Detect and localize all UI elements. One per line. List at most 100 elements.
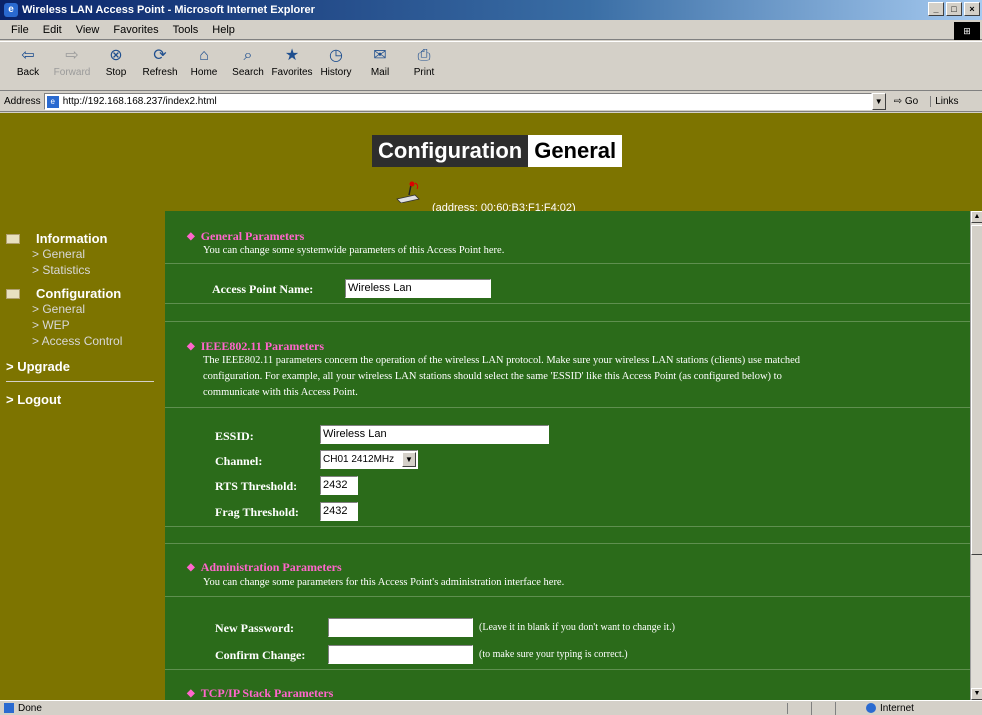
close-button[interactable]: × [964,2,980,16]
ieee-title-text: IEEE802.11 Parameters [200,339,325,353]
page-title-part2: General [528,135,623,167]
channel-label: Channel: [215,454,263,468]
menu-file[interactable]: File [4,24,36,36]
ap-name-label: Access Point Name: [212,282,314,296]
divider [165,303,970,304]
back-label: Back [16,67,40,78]
admin-description: You can change some parameters for this … [203,577,565,588]
address-bar: Address e http://192.168.168.237/index2.… [0,92,982,112]
frag-threshold-input[interactable]: 2432 [320,502,358,521]
page-done-icon [4,703,14,713]
menu-edit[interactable]: Edit [36,24,69,36]
address-dropdown-button[interactable]: ▼ [871,93,886,110]
page-header: Configuration General (address: 00:60:B3… [0,113,982,214]
ieee-desc-line3: communicate with this Access Point. [203,387,358,398]
print-label: Print [413,67,435,78]
print-button[interactable]: ⎙ Print [402,45,446,89]
page-title: Configuration General [372,135,623,167]
page-title-part1: Configuration [372,135,529,167]
rts-threshold-input[interactable]: 2432 [320,476,358,495]
mail-button[interactable]: ✉ Mail [358,45,402,89]
nav-configuration-label: Configuration [36,286,122,301]
back-arrow-icon: ⇦ [21,47,35,64]
new-password-hint: (Leave it in blank if you don't want to … [479,622,675,633]
status-cell [788,701,812,715]
menu-tools[interactable]: Tools [166,24,206,36]
access-point-logo-icon [396,181,420,203]
folder-icon [6,288,20,299]
scroll-up-button[interactable]: ▲ [971,211,982,223]
menu-view[interactable]: View [69,24,107,36]
home-button[interactable]: ⌂ Home [182,45,226,89]
tcpip-section-title: ◆ TCP/IP Stack Parameters [187,686,333,700]
history-button[interactable]: ◷ History [314,45,358,89]
ap-name-input[interactable]: Wireless Lan [345,279,491,298]
status-bar: Done Internet [0,700,982,715]
window-controls: _ □ × [928,2,980,16]
divider [165,263,970,264]
home-icon: ⌂ [199,47,209,64]
confirm-change-hint: (to make sure your typing is correct.) [479,649,628,660]
nav-info-general[interactable]: > General [0,246,165,262]
history-label: History [320,67,352,78]
address-field[interactable]: e http://192.168.168.237/index2.html [43,93,872,110]
menu-bar: File Edit View Favorites Tools Help [0,20,982,40]
bullet-icon: ◆ [187,688,195,699]
go-label: Go [904,96,919,107]
menu-help[interactable]: Help [205,24,242,36]
rts-threshold-label: RTS Threshold: [215,479,298,493]
links-button[interactable]: Links [930,96,959,107]
nav-upgrade[interactable]: > Upgrade [0,359,165,374]
general-section-title: ◆ General Parameters [187,229,304,244]
stop-button[interactable]: ⊗ Stop [94,45,138,89]
globe-icon [866,703,876,713]
ieee-section-title: ◆ IEEE802.11 Parameters [187,339,324,354]
favorites-button[interactable]: ★ Favorites [270,45,314,89]
windows-logo-icon: ⊞ [954,22,980,40]
frag-threshold-label: Frag Threshold: [215,505,299,519]
nav-conf-access-control[interactable]: > Access Control [0,333,165,349]
new-password-input[interactable] [328,618,473,637]
window-title-bar[interactable]: e Wireless LAN Access Point - Microsoft … [0,0,982,20]
vertical-scrollbar[interactable]: ▲ ▼ [970,211,982,700]
status-text-cell: Done [0,702,788,714]
bullet-icon: ◆ [187,341,195,352]
refresh-button[interactable]: ⟳ Refresh [138,45,182,89]
bullet-icon: ◆ [187,231,195,242]
nav-logout[interactable]: > Logout [0,392,165,407]
tcpip-title-text: TCP/IP Stack Parameters [200,686,334,700]
nav-conf-general[interactable]: > General [0,301,165,317]
nav-section-configuration[interactable]: Configuration [0,286,165,301]
forward-button[interactable]: ⇨ Forward [50,45,94,89]
essid-input[interactable]: Wireless Lan [320,425,549,444]
nav-conf-wep[interactable]: > WEP [0,317,165,333]
stop-label: Stop [105,67,127,78]
back-button[interactable]: ⇦ Back [6,45,50,89]
go-button[interactable]: ⇨ Go [894,96,919,107]
mail-label: Mail [370,67,390,78]
admin-title-text: Administration Parameters [200,560,342,574]
window-title: Wireless LAN Access Point - Microsoft In… [22,4,315,16]
main-content: ◆ General Parameters You can change some… [165,211,970,700]
general-description: You can change some systemwide parameter… [203,245,505,256]
ieee-description: The IEEE802.11 parameters concern the op… [203,353,963,401]
mail-icon: ✉ [373,47,387,64]
essid-label: ESSID: [215,429,254,443]
maximize-button[interactable]: □ [946,2,962,16]
minimize-button[interactable]: _ [928,2,944,16]
folder-icon [6,233,20,244]
divider [165,543,970,544]
scroll-down-button[interactable]: ▼ [971,688,982,700]
nav-info-statistics[interactable]: > Statistics [0,262,165,278]
search-icon: ⌕ [243,47,253,64]
menu-favorites[interactable]: Favorites [106,24,165,36]
scrollbar-thumb[interactable] [971,225,982,555]
confirm-change-input[interactable] [328,645,473,664]
address-label: Address [4,96,41,107]
search-label: Search [232,67,264,78]
channel-select[interactable]: CH01 2412MHz ▼ [320,450,418,469]
history-icon: ◷ [329,47,343,64]
divider [165,669,970,670]
nav-section-information[interactable]: Information [0,231,165,246]
search-button[interactable]: ⌕ Search [226,45,270,89]
